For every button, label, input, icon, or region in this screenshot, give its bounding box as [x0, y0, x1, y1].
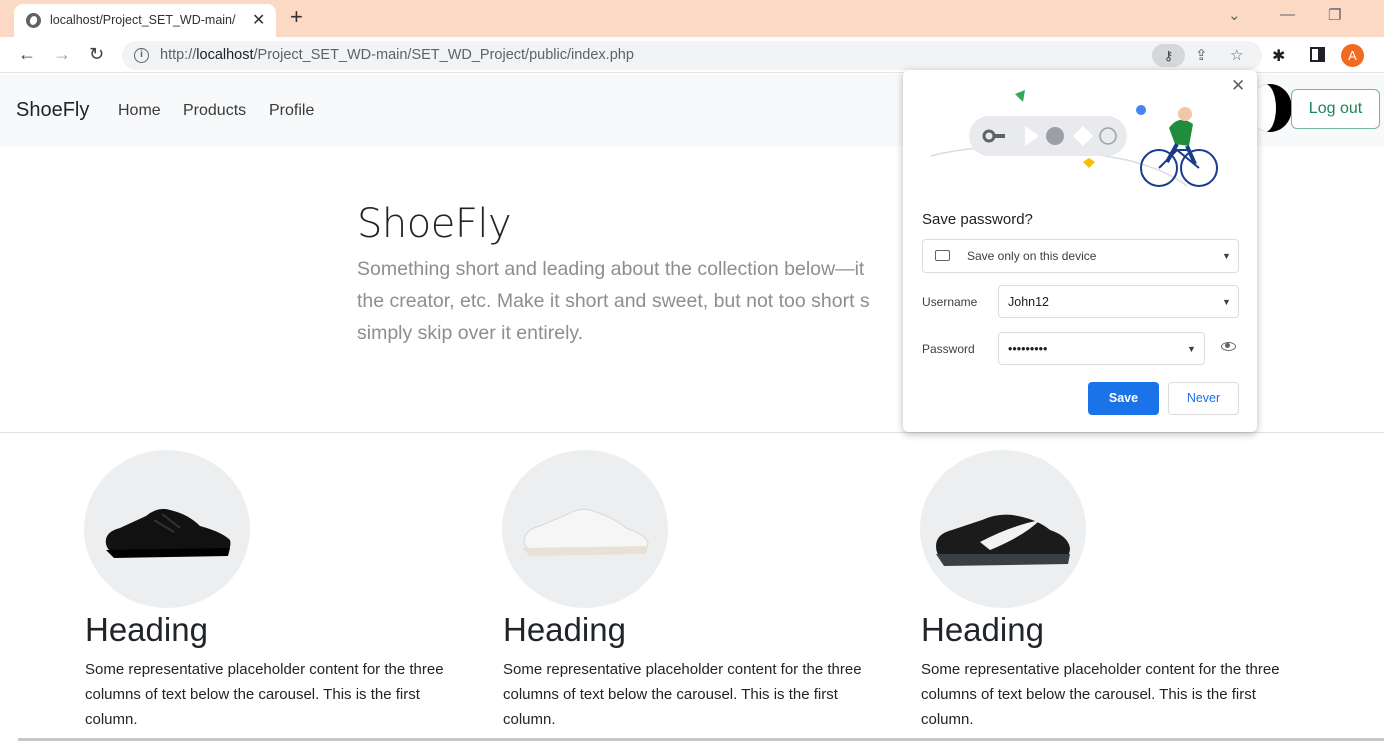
close-icon[interactable]: ✕: [1231, 76, 1245, 96]
hero-lead-line: simply skip over it entirely.: [357, 322, 584, 344]
forward-arrow-icon[interactable]: →: [53, 44, 71, 64]
star-icon[interactable]: ☆: [1230, 46, 1243, 64]
address-bar[interactable]: i http://localhost/Project_SET_WD-main/S…: [122, 41, 1262, 70]
save-password-button[interactable]: Save: [1088, 382, 1159, 415]
username-label: Username: [922, 295, 978, 309]
back-arrow-icon[interactable]: ←: [18, 44, 36, 64]
nav-link-products[interactable]: Products: [183, 102, 246, 120]
tab-title: localhost/Project_SET_WD-main/: [50, 13, 236, 27]
column-text: Some representative placeholder content …: [85, 661, 444, 728]
column-text: Some representative placeholder content …: [503, 661, 862, 728]
chevron-down-icon[interactable]: ⌄: [1228, 6, 1241, 24]
section-divider: [0, 432, 1384, 433]
username-field[interactable]: John12 ▼: [998, 285, 1239, 318]
minimize-icon[interactable]: —: [1280, 6, 1295, 23]
hero-lead-line: the creator, etc. Make it short and swee…: [357, 290, 870, 312]
puzzle-icon[interactable]: ✱: [1272, 46, 1285, 66]
password-label: Password: [922, 342, 975, 356]
password-field[interactable]: ••••••••• ▼: [998, 332, 1205, 365]
shoe-image-trail: [920, 450, 1086, 608]
column-heading: Heading: [503, 611, 626, 648]
eye-icon[interactable]: [1221, 342, 1236, 351]
restore-icon[interactable]: ❐: [1328, 6, 1341, 24]
save-password-dialog: ✕ Save password? Save only on this devic…: [903, 70, 1257, 432]
profile-avatar[interactable]: A: [1341, 44, 1364, 67]
storage-location-value: Save only on this device: [967, 249, 1097, 263]
tab-strip: localhost/Project_SET_WD-main/ ✕ + ⌄ — ❐: [0, 0, 1384, 37]
caret-down-icon: ▼: [1222, 251, 1231, 261]
new-tab-button[interactable]: +: [290, 5, 303, 29]
caret-down-icon: ▼: [1187, 344, 1196, 354]
column-heading: Heading: [85, 611, 208, 648]
password-illustration: [930, 90, 1218, 187]
nav-link-home[interactable]: Home: [118, 102, 161, 120]
storage-location-select[interactable]: Save only on this device ▼: [922, 239, 1239, 273]
username-value: John12: [1008, 295, 1050, 309]
logout-button[interactable]: Log out: [1291, 89, 1380, 129]
browser-tab[interactable]: localhost/Project_SET_WD-main/ ✕: [14, 4, 276, 37]
info-icon[interactable]: i: [134, 48, 149, 63]
column-text: Some representative placeholder content …: [921, 661, 1280, 728]
caret-down-icon: ▼: [1222, 297, 1231, 307]
hero-lead-line: Something short and leading about the co…: [357, 258, 865, 280]
dialog-title: Save password?: [922, 211, 1033, 228]
shoe-image-black: [84, 450, 250, 608]
url-text[interactable]: http://localhost/Project_SET_WD-main/SET…: [160, 47, 634, 63]
navbar-brand[interactable]: ShoeFly: [16, 99, 89, 122]
reload-icon[interactable]: ↻: [89, 44, 104, 64]
share-icon[interactable]: ⇪: [1195, 46, 1208, 64]
laptop-icon: [935, 250, 950, 261]
tab-close-button[interactable]: ✕: [252, 10, 265, 30]
side-panel-icon[interactable]: [1310, 47, 1325, 62]
hero-title: ShoeFly: [357, 201, 512, 247]
shoe-image-white: [502, 450, 668, 608]
browser-toolbar: ← → ↻ i http://localhost/Project_SET_WD-…: [0, 37, 1384, 73]
nav-link-profile[interactable]: Profile: [269, 102, 314, 120]
password-value: •••••••••: [1008, 342, 1048, 356]
globe-icon: [26, 13, 41, 28]
column-heading: Heading: [921, 611, 1044, 648]
key-icon[interactable]: ⚷: [1152, 44, 1185, 67]
never-button[interactable]: Never: [1168, 382, 1239, 415]
